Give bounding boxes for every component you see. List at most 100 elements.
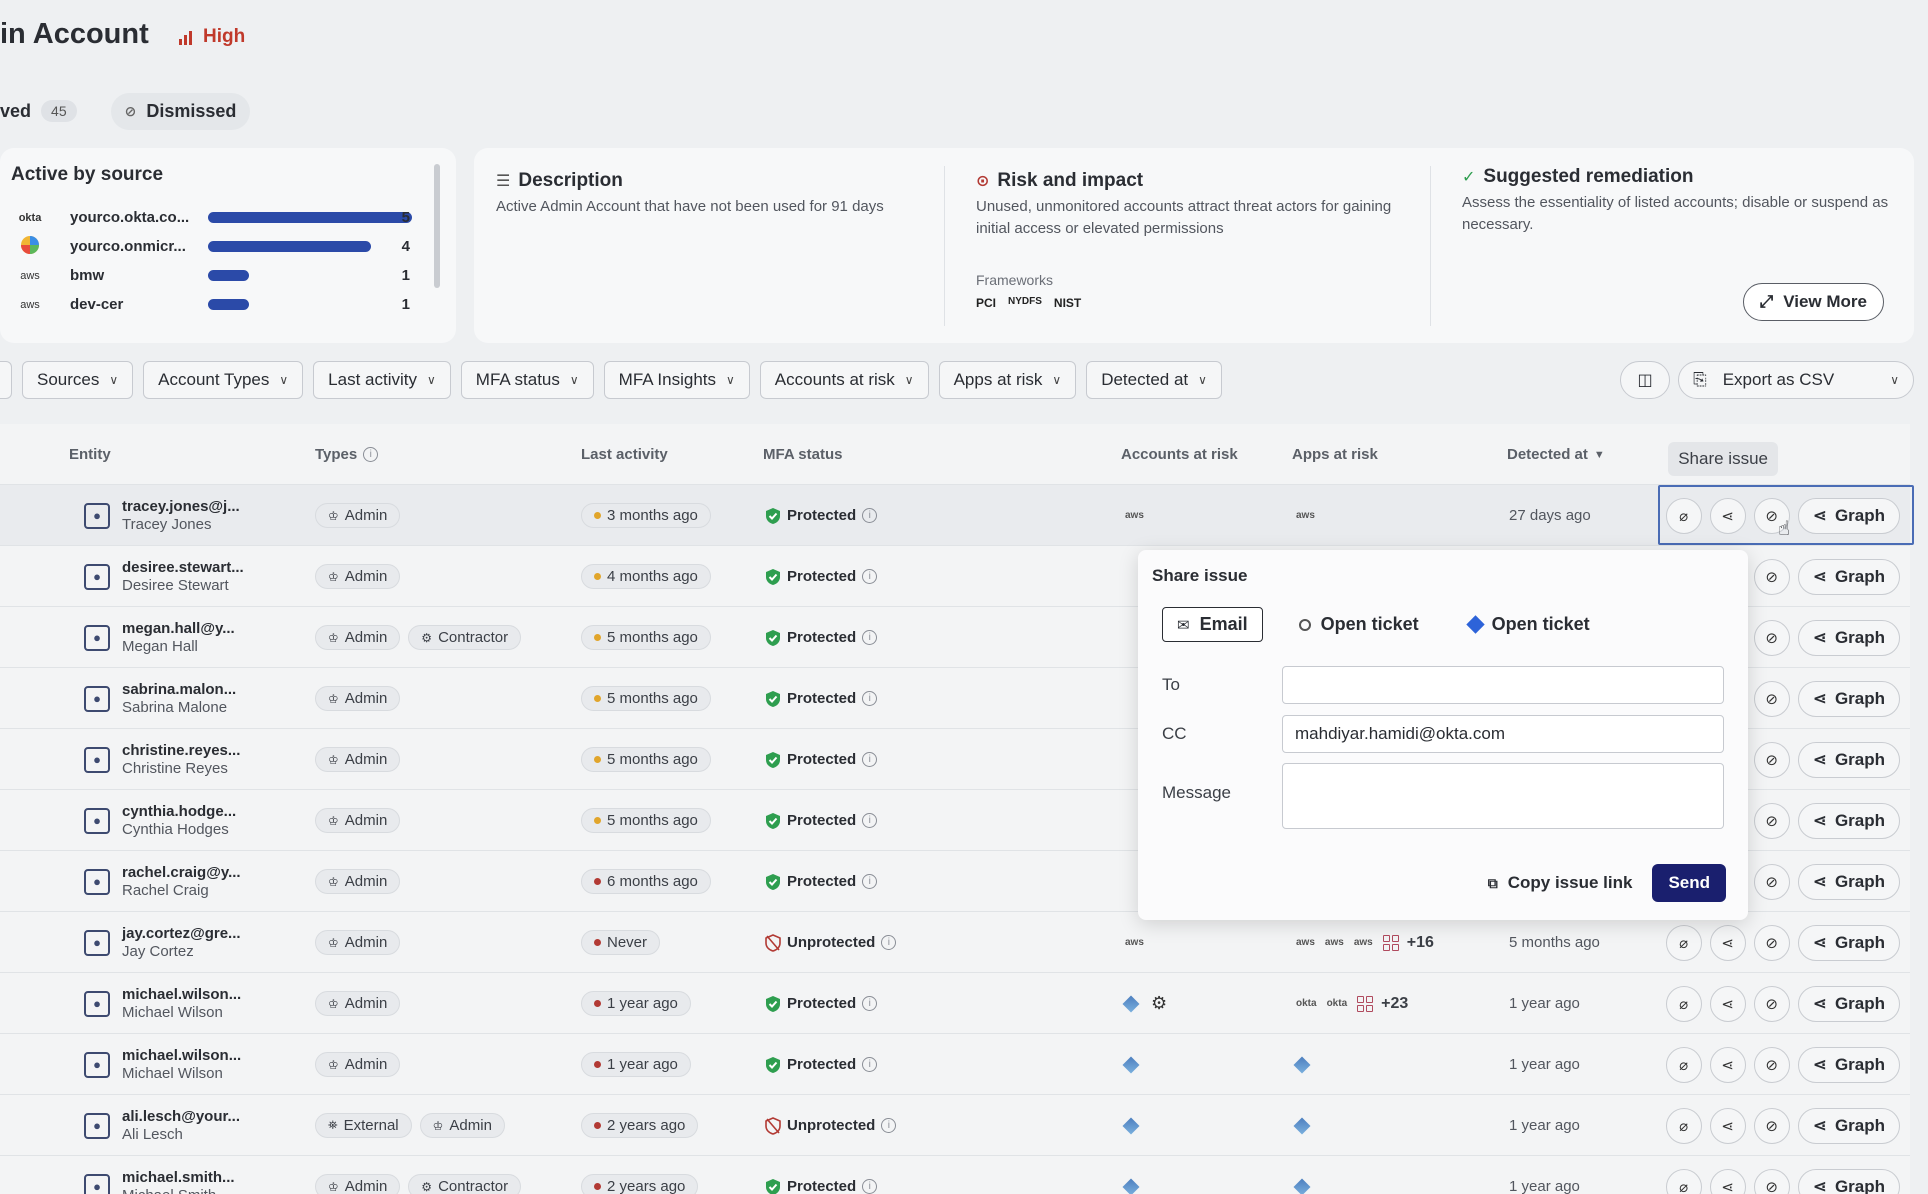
filter-overflow-button[interactable] — [0, 361, 12, 399]
entity-text[interactable]: megan.hall@y... Megan Hall — [122, 620, 235, 656]
dismiss-button[interactable]: ⊘ — [1753, 985, 1790, 1022]
table-row[interactable]: ● michael.wilson... Michael Wilson ♔ Admi… — [0, 972, 1910, 1033]
info-icon[interactable]: i — [862, 691, 878, 706]
dismiss-button[interactable]: ⊘ — [1753, 1046, 1790, 1083]
entity-text[interactable]: sabrina.malon... Sabrina Malone — [122, 681, 236, 717]
filter-accounts-at-risk[interactable]: Accounts at risk ∨ — [759, 361, 929, 399]
dismiss-button[interactable]: ⊘ — [1753, 558, 1790, 595]
entity-text[interactable]: desiree.stewart... Desiree Stewart — [122, 559, 244, 595]
dismiss-button[interactable]: ⊘ — [1753, 680, 1790, 717]
table-row[interactable]: ● michael.smith... Michael Smith ♔ Admin ⚙… — [0, 1155, 1910, 1194]
scrollbar[interactable] — [434, 164, 440, 288]
graph-button[interactable]: ⋖ Graph — [1797, 558, 1900, 595]
dismiss-button[interactable]: ⊘ — [1753, 863, 1790, 900]
filter-detected-at[interactable]: Detected at ∨ — [1086, 361, 1222, 399]
col-types[interactable]: Types i — [315, 446, 379, 463]
dismiss-button[interactable]: ⊘ — [1753, 1168, 1790, 1194]
graph-button[interactable]: ⋖ Graph — [1797, 863, 1900, 900]
graph-button[interactable]: ⋖ Graph — [1797, 741, 1900, 778]
entity-text[interactable]: rachel.craig@y... Rachel Craig — [122, 864, 241, 900]
graph-button[interactable]: ⋖ Graph — [1797, 619, 1900, 656]
filter-mfa-status[interactable]: MFA status ∨ — [460, 361, 594, 399]
table-row[interactable]: ● jay.cortez@gre... Jay Cortez ♔ Admin Ne… — [0, 911, 1910, 972]
mute-button[interactable]: ⌀ — [1665, 924, 1702, 961]
source-row[interactable]: aws bmw 1 — [10, 261, 440, 290]
info-icon[interactable]: i — [862, 569, 878, 584]
share-tab-ticket-1[interactable]: Open ticket — [1285, 608, 1433, 641]
tab-resolved[interactable]: ved 45 — [0, 92, 91, 130]
mute-button[interactable]: ⌀ — [1665, 985, 1702, 1022]
message-textarea[interactable] — [1282, 763, 1724, 829]
entity-text[interactable]: michael.smith... Michael Smith — [122, 1169, 235, 1194]
entity-text[interactable]: michael.wilson... Michael Wilson — [122, 1047, 241, 1083]
info-icon[interactable]: i — [363, 447, 379, 462]
copy-issue-link-button[interactable]: ⧉ Copy issue link — [1488, 873, 1633, 893]
info-icon[interactable]: i — [862, 630, 878, 645]
graph-button[interactable]: ⋖ Graph — [1797, 985, 1900, 1022]
col-apps-at-risk[interactable]: Apps at risk — [1292, 446, 1378, 463]
col-entity[interactable]: Entity — [69, 446, 111, 463]
source-row[interactable]: yourco.onmicr... 4 — [10, 232, 440, 261]
info-icon[interactable]: i — [862, 1179, 878, 1194]
entity-text[interactable]: jay.cortez@gre... Jay Cortez — [122, 925, 241, 961]
mute-button[interactable]: ⌀ — [1665, 1046, 1702, 1083]
info-icon[interactable]: i — [881, 935, 897, 950]
share-tab-ticket-2[interactable]: Open ticket — [1455, 608, 1604, 641]
info-icon[interactable]: i — [862, 752, 878, 767]
entity-text[interactable]: michael.wilson... Michael Wilson — [122, 986, 241, 1022]
mute-button[interactable]: ⌀ — [1665, 1168, 1702, 1194]
to-input[interactable] — [1282, 666, 1724, 704]
more-apps-badge[interactable]: +16 — [1382, 934, 1434, 952]
filter-account-types[interactable]: Account Types ∨ — [143, 361, 304, 399]
cc-input[interactable]: mahdiyar.hamidi@okta.com — [1282, 715, 1724, 753]
source-row[interactable]: aws dev-cer 1 — [10, 290, 440, 319]
source-row[interactable]: okta yourco.okta.co... 5 — [10, 203, 440, 232]
graph-button[interactable]: ⋖ Graph — [1797, 1046, 1900, 1083]
columns-button[interactable]: ◫ — [1620, 361, 1671, 399]
dismiss-button[interactable]: ⊘ — [1753, 741, 1790, 778]
dismiss-button[interactable]: ⊘ — [1753, 924, 1790, 961]
graph-button[interactable]: ⋖ Graph — [1797, 924, 1900, 961]
share-button[interactable]: ⋖ — [1709, 924, 1746, 961]
export-csv-button[interactable]: ⎘ Export as CSV ∨ — [1678, 361, 1914, 399]
info-icon[interactable]: i — [862, 1057, 878, 1072]
share-button[interactable]: ⋖ — [1709, 985, 1746, 1022]
view-more-button[interactable]: ⤢ View More — [1742, 283, 1884, 321]
entity-text[interactable]: ali.lesch@your... Ali Lesch — [122, 1108, 240, 1144]
graph-button[interactable]: ⋖ Graph — [1797, 680, 1900, 717]
table-row[interactable]: ● ali.lesch@your... Ali Lesch ⛯ External ♔… — [0, 1094, 1910, 1155]
send-button[interactable]: Send — [1652, 864, 1726, 902]
admin-icon: ♔ — [328, 874, 339, 889]
filter-sources[interactable]: Sources ∨ — [22, 361, 134, 399]
info-icon[interactable]: i — [862, 813, 878, 828]
share-button[interactable]: ⋖ — [1709, 1107, 1746, 1144]
more-apps-badge[interactable]: +23 — [1357, 995, 1408, 1013]
dismiss-button[interactable]: ⊘ — [1753, 619, 1790, 656]
dismiss-button[interactable]: ⊘ — [1753, 802, 1790, 839]
filter-apps-at-risk[interactable]: Apps at risk ∨ — [938, 361, 1077, 399]
dismiss-button[interactable]: ⊘ — [1753, 1107, 1790, 1144]
col-last-activity[interactable]: Last activity — [581, 446, 668, 463]
entity-text[interactable]: tracey.jones@j... Tracey Jones — [122, 498, 240, 534]
mute-button[interactable]: ⌀ — [1665, 1107, 1702, 1144]
graph-button[interactable]: ⋖ Graph — [1797, 802, 1900, 839]
info-icon[interactable]: i — [862, 996, 878, 1011]
tab-dismissed[interactable]: ⊘ Dismissed — [110, 92, 251, 130]
filter-last-activity[interactable]: Last activity ∨ — [313, 361, 451, 399]
table-row[interactable]: ● michael.wilson... Michael Wilson ♔ Admi… — [0, 1033, 1910, 1094]
graph-button[interactable]: ⋖ Graph — [1797, 1107, 1900, 1144]
table-row[interactable]: ● tracey.jones@j... Tracey Jones ♔ Admin … — [0, 484, 1910, 545]
entity-text[interactable]: cynthia.hodge... Cynthia Hodges — [122, 803, 236, 839]
info-icon[interactable]: i — [862, 874, 878, 889]
info-icon[interactable]: i — [862, 508, 878, 523]
share-button[interactable]: ⋖ — [1709, 1046, 1746, 1083]
col-detected-at[interactable]: Detected at ▼ — [1507, 446, 1605, 463]
col-mfa-status[interactable]: MFA status — [763, 446, 842, 463]
filter-mfa-insights[interactable]: MFA Insights ∨ — [603, 361, 750, 399]
col-accounts-at-risk[interactable]: Accounts at risk — [1121, 446, 1238, 463]
graph-button[interactable]: ⋖ Graph — [1797, 1168, 1900, 1194]
info-icon[interactable]: i — [881, 1118, 897, 1133]
share-button[interactable]: ⋖ — [1709, 1168, 1746, 1194]
share-tab-email[interactable]: ✉ Email — [1162, 607, 1263, 642]
entity-text[interactable]: christine.reyes... Christine Reyes — [122, 742, 240, 778]
